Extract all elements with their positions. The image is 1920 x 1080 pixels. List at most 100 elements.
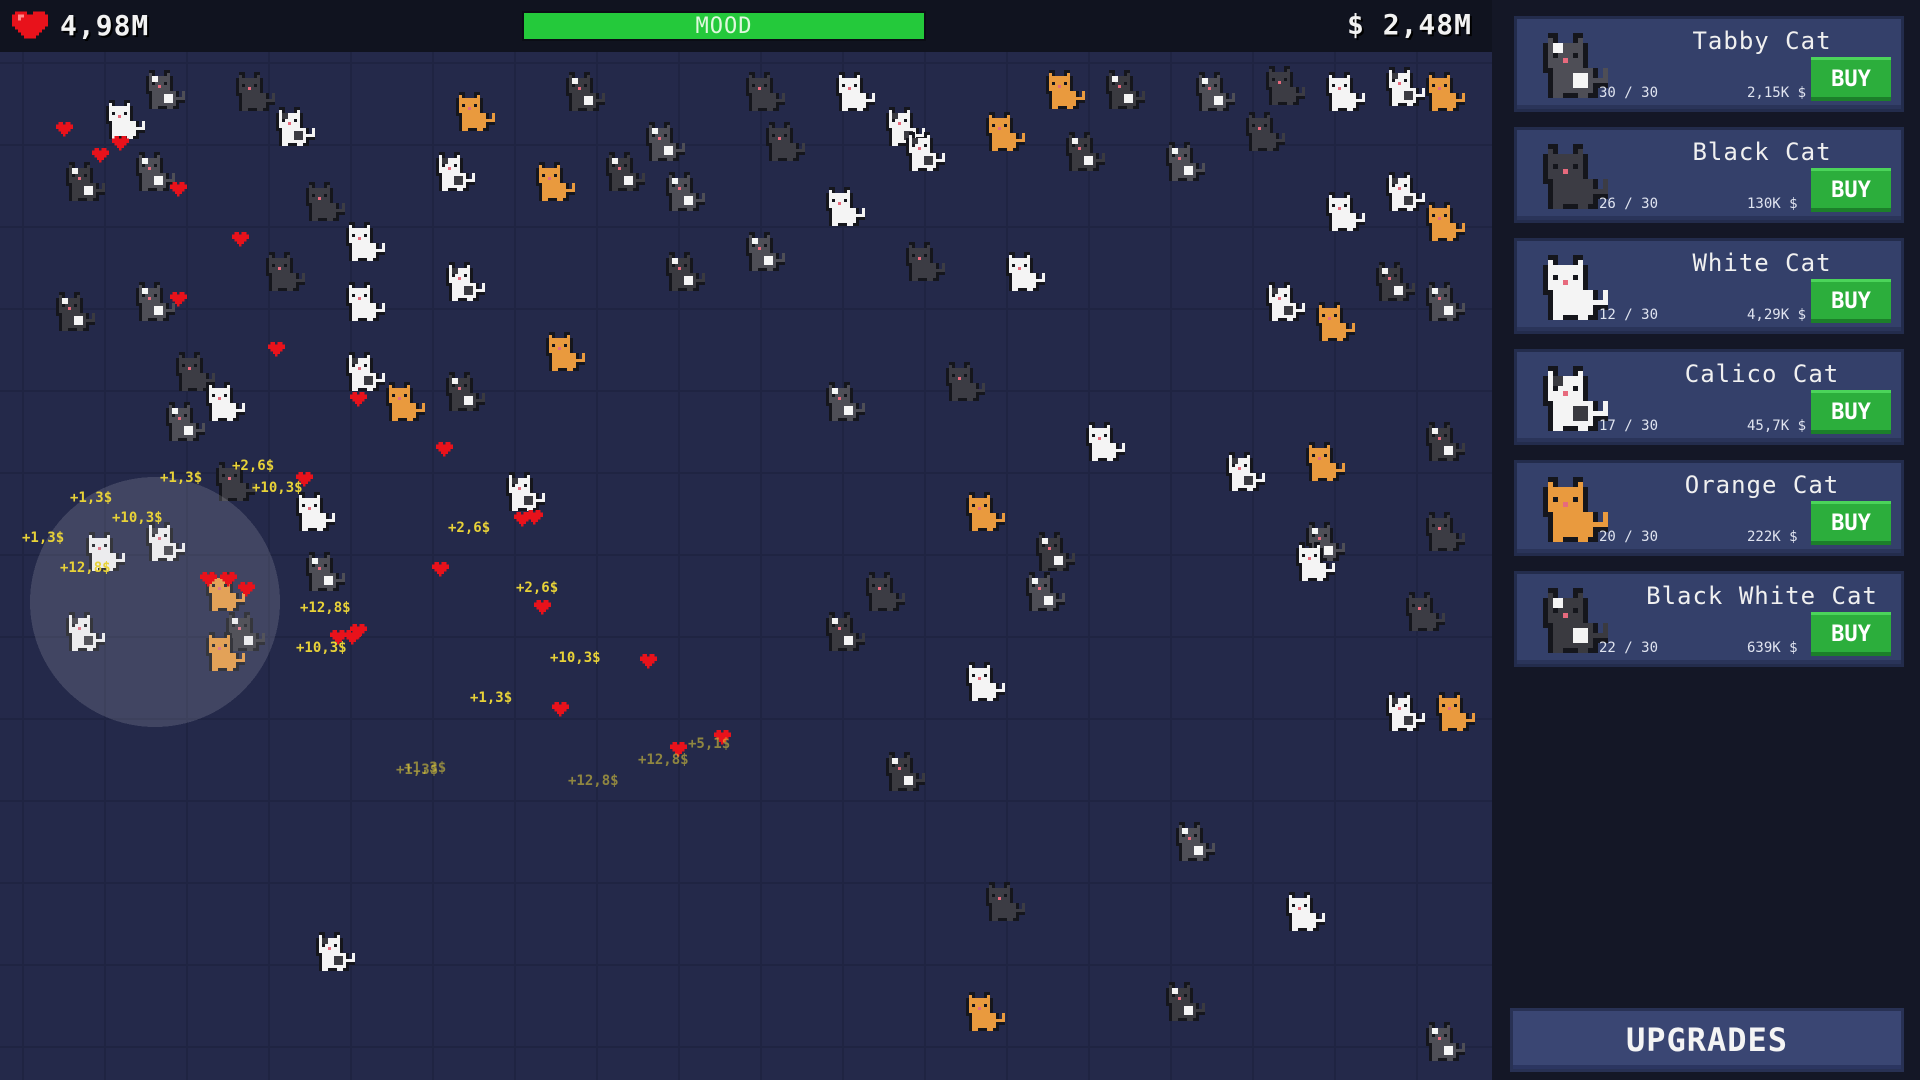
cat-sprite[interactable] [1426,422,1465,461]
cat-sprite[interactable] [1306,442,1345,481]
cat-sprite[interactable] [966,662,1005,701]
cat-sprite[interactable] [1086,422,1125,461]
cat-sprite[interactable] [1386,67,1425,106]
cat-sprite[interactable] [536,162,575,201]
cat-sprite[interactable] [1386,692,1425,731]
cat-sprite[interactable] [306,182,345,221]
cat-sprite[interactable] [146,70,185,109]
cats-layer[interactable]: +1,3$+1,3$+10,3$+1,3$+2,6$+10,3$+12,8$+1… [0,52,1492,1080]
cat-sprite[interactable] [1026,572,1065,611]
cat-sprite[interactable] [826,187,865,226]
cat-sprite[interactable] [1426,282,1465,321]
cat-sprite[interactable] [56,292,95,331]
cat-sprite[interactable] [1226,452,1265,491]
income-popup-text: +12,8$ [300,600,351,616]
cat-sprite[interactable] [646,122,685,161]
shop-item-price: 2,15K $ [1747,85,1807,101]
cat-sprite[interactable] [666,172,705,211]
cat-sprite[interactable] [1046,70,1085,109]
cat-sprite[interactable] [1316,302,1355,341]
cat-sprite[interactable] [1406,592,1445,631]
income-popup-text: +12,8$ [568,773,619,789]
cat-sprite[interactable] [1166,982,1205,1021]
cat-sprite[interactable] [206,382,245,421]
cat-sprite[interactable] [1066,132,1105,171]
cat-sprite[interactable] [316,932,355,971]
cat-sprite[interactable] [346,282,385,321]
cat-sprite[interactable] [1326,72,1365,111]
cat-sprite[interactable] [966,492,1005,531]
heart-icon [92,148,109,163]
cat-sprite[interactable] [136,152,175,191]
cat-sprite[interactable] [136,282,175,321]
top-hud-bar: 4,98M MOOD $ 2,48M [0,0,1492,52]
cat-sprite[interactable] [386,382,425,421]
cat-sprite[interactable] [1036,532,1075,571]
cat-sprite[interactable] [966,992,1005,1031]
cat-sprite[interactable] [906,132,945,171]
cat-sprite[interactable] [1266,282,1305,321]
cat-sprite[interactable] [1166,142,1205,181]
cat-sprite[interactable] [986,112,1025,151]
cat-sprite[interactable] [1006,252,1045,291]
cat-sprite[interactable] [446,262,485,301]
cat-sprite[interactable] [346,222,385,261]
cat-sprite[interactable] [906,242,945,281]
cat-sprite[interactable] [746,232,785,271]
cat-sprite[interactable] [1436,692,1475,731]
cat-sprite[interactable] [436,152,475,191]
cat-sprite[interactable] [766,122,805,161]
buy-button[interactable]: BUY [1811,168,1891,212]
cat-sprite[interactable] [1246,112,1285,151]
cat-sprite[interactable] [276,107,315,146]
cat-sprite[interactable] [1376,262,1415,301]
heart-icon [551,702,569,717]
cat-sprite[interactable] [886,752,925,791]
cat-sprite[interactable] [266,252,305,291]
shop-item-count: 20 / 30 [1599,529,1659,545]
upgrades-button[interactable]: UPGRADES [1510,1008,1904,1072]
cat-sprite[interactable] [1426,72,1465,111]
cat-sprite[interactable] [1286,892,1325,931]
cat-sprite[interactable] [236,72,275,111]
income-popup-text: +2,6$ [516,580,558,596]
shop-card-black-cat: Black Cat 26 / 30 130K $ BUY [1514,127,1904,223]
cat-sprite[interactable] [1426,1022,1465,1061]
cat-sprite[interactable] [1426,512,1465,551]
cat-sprite[interactable] [1326,192,1365,231]
shop-item-price: 130K $ [1747,196,1798,212]
cat-sprite[interactable] [1266,66,1305,105]
cat-sprite[interactable] [66,162,105,201]
cat-sprite[interactable] [296,492,335,531]
cat-sprite[interactable] [666,252,705,291]
cat-sprite[interactable] [826,382,865,421]
cat-sprite[interactable] [446,372,485,411]
cat-sprite[interactable] [346,352,385,391]
cat-sprite[interactable] [1386,172,1425,211]
cat-sprite[interactable] [826,612,865,651]
buy-button[interactable]: BUY [1811,612,1891,656]
cat-sprite[interactable] [866,572,905,611]
cat-sprite[interactable] [1196,72,1235,111]
cat-sprite[interactable] [546,332,585,371]
cat-sprite[interactable] [836,72,875,111]
cat-sprite[interactable] [1106,70,1145,109]
cat-sprite[interactable] [306,552,345,591]
cat-sprite[interactable] [456,92,495,131]
cat-sprite[interactable] [566,72,605,111]
buy-button[interactable]: BUY [1811,501,1891,545]
cat-sprite[interactable] [506,472,545,511]
buy-button[interactable]: BUY [1811,279,1891,323]
cat-sprite[interactable] [1426,202,1465,241]
cat-sprite[interactable] [606,152,645,191]
play-field[interactable]: +1,3$ +1,3$ +10,3$ +1,3$ +2,6$ +10,3$ +12,8$ +1… [0,52,1492,1080]
buy-button[interactable]: BUY [1811,390,1891,434]
cat-sprite[interactable] [746,72,785,111]
buy-button[interactable]: BUY [1811,57,1891,101]
cat-sprite[interactable] [106,100,145,139]
cat-sprite[interactable] [986,882,1025,921]
cat-sprite[interactable] [166,402,205,441]
cat-sprite[interactable] [1176,822,1215,861]
cat-sprite[interactable] [946,362,985,401]
heart-icon [55,122,73,137]
